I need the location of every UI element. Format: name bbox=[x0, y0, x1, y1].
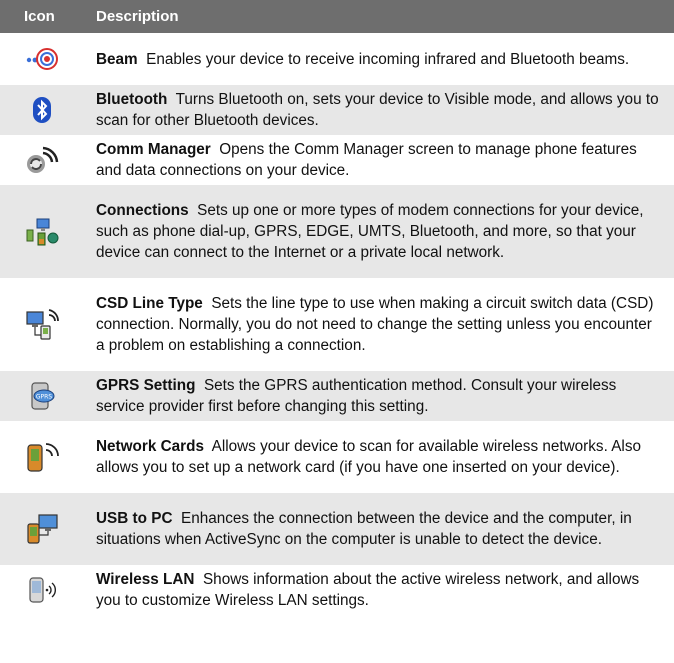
row-title: Connections bbox=[96, 202, 189, 219]
row-title: Beam bbox=[96, 50, 138, 68]
table-row-connections: Connections Sets up one or more types of… bbox=[0, 185, 674, 278]
table-row-csd-line-type: CSD Line Type Sets the line type to use … bbox=[0, 278, 674, 371]
row-description: Enhances the connection between the devi… bbox=[96, 510, 632, 548]
csd-line-type-icon bbox=[0, 308, 84, 341]
table-row-gprs-setting: GPRS GPRS Setting Sets the GPRS authenti… bbox=[0, 371, 674, 421]
table-row-beam: Beam Enables your device to receive inco… bbox=[0, 33, 674, 85]
usb-to-pc-icon bbox=[0, 513, 84, 545]
header-icon-column: Icon bbox=[24, 8, 55, 25]
wireless-lan-icon bbox=[0, 576, 84, 604]
table-header: Icon Description bbox=[0, 0, 674, 33]
row-title: Comm Manager bbox=[96, 141, 211, 158]
table-row-usb-to-pc: USB to PC Enhances the connection betwee… bbox=[0, 493, 674, 565]
header-description-column: Description bbox=[96, 8, 179, 25]
row-title: CSD Line Type bbox=[96, 295, 203, 312]
bluetooth-icon bbox=[0, 96, 84, 124]
row-title: USB to PC bbox=[96, 510, 173, 527]
svg-text:GPRS: GPRS bbox=[36, 394, 52, 401]
row-description: Enables your device to receive incoming … bbox=[146, 50, 630, 68]
row-title: Bluetooth bbox=[96, 91, 168, 108]
gprs-setting-icon: GPRS bbox=[0, 382, 84, 410]
comm-manager-icon bbox=[0, 145, 84, 175]
table-row-wireless-lan: Wireless LAN Shows information about the… bbox=[0, 565, 674, 615]
row-title: GPRS Setting bbox=[96, 377, 196, 394]
connections-icon bbox=[0, 217, 84, 247]
settings-icon-table: Icon Description Beam Enables your devic… bbox=[0, 0, 674, 615]
beam-icon bbox=[0, 45, 84, 73]
table-row-bluetooth: Bluetooth Turns Bluetooth on, sets your … bbox=[0, 85, 674, 135]
row-title: Network Cards bbox=[96, 438, 204, 455]
row-title: Wireless LAN bbox=[96, 571, 195, 588]
row-description: Turns Bluetooth on, sets your device to … bbox=[96, 91, 659, 129]
table-row-comm-manager: Comm Manager Opens the Comm Manager scre… bbox=[0, 135, 674, 185]
table-row-network-cards: Network Cards Allows your device to scan… bbox=[0, 421, 674, 493]
network-cards-icon bbox=[0, 441, 84, 473]
